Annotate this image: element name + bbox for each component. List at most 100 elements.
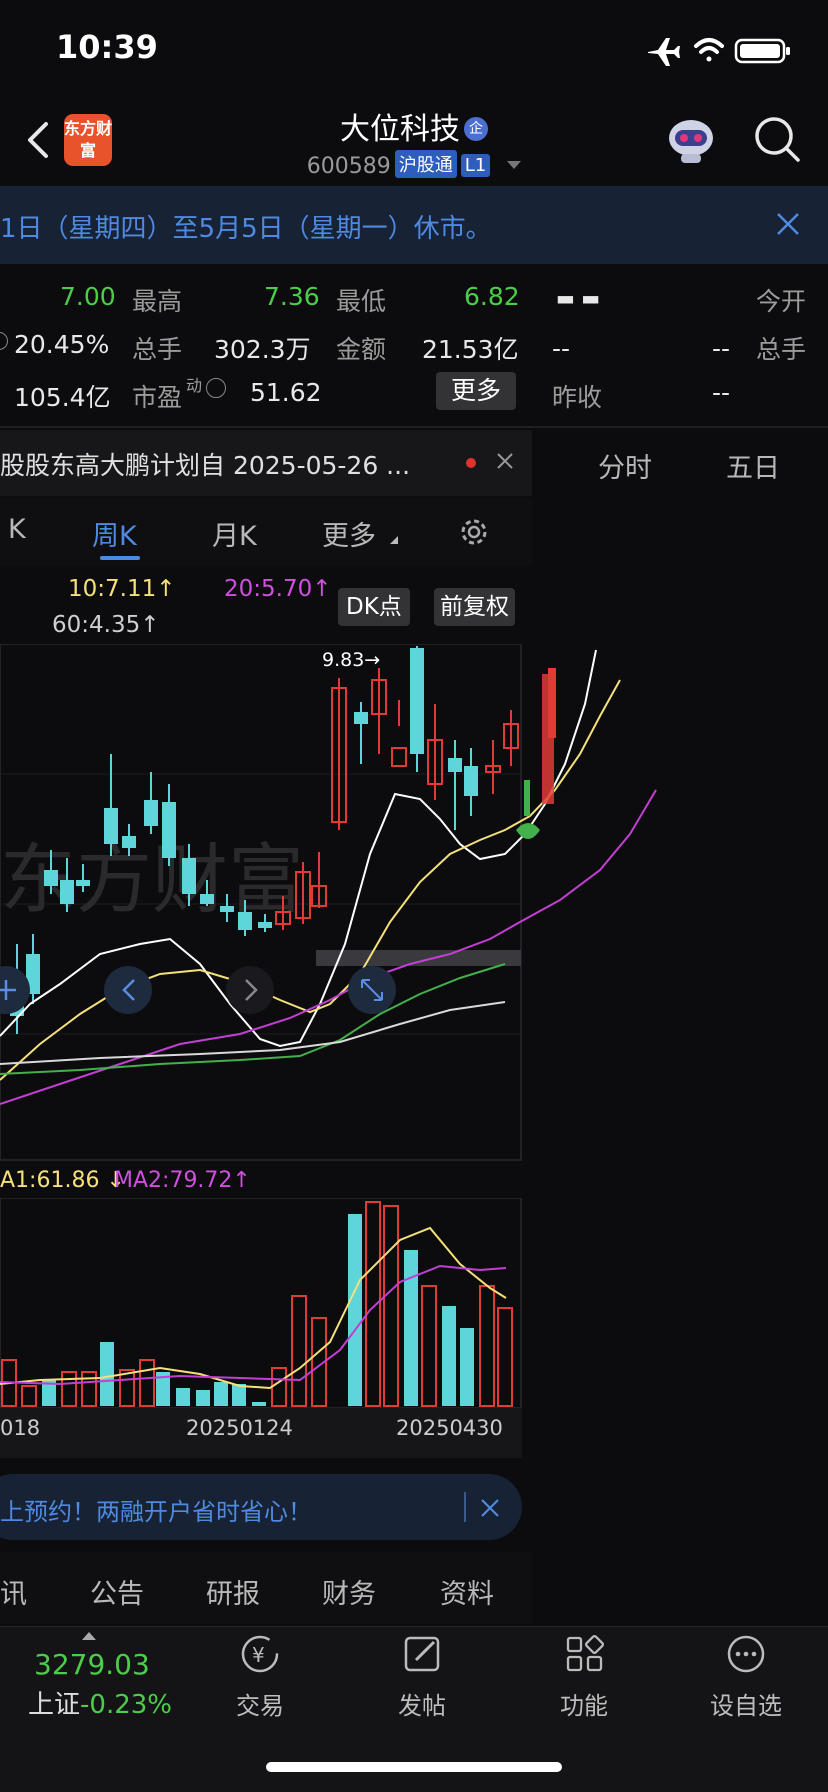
- volume-bar: [61, 1371, 77, 1407]
- peak-price-label: 9.83→: [322, 649, 380, 671]
- tab-news[interactable]: 讯: [0, 1572, 27, 1611]
- functions-button[interactable]: 功能: [534, 1632, 634, 1721]
- ma60-arrow: ↑: [140, 612, 160, 638]
- pe-info-icon: [206, 378, 226, 398]
- airplane-icon: [648, 38, 680, 66]
- more-button[interactable]: 更多: [436, 372, 516, 410]
- right-volume-label: 总手: [756, 335, 807, 364]
- right-prev-close-label: 昨收: [552, 383, 603, 412]
- adjust-mode-button[interactable]: 前复权: [434, 588, 515, 626]
- amount-value: 21.53亿: [422, 335, 519, 364]
- robot-assistant-icon[interactable]: [664, 114, 718, 166]
- scroll-left-button[interactable]: [104, 966, 152, 1014]
- more-caret-icon: [390, 536, 398, 544]
- news-close-icon[interactable]: [496, 452, 514, 470]
- post-button[interactable]: 发帖: [372, 1632, 472, 1721]
- dk-point-button[interactable]: DK点: [338, 588, 410, 626]
- right-intraday-marks: [516, 668, 556, 839]
- candle-body: [464, 766, 478, 796]
- vol-ma2-line: [0, 1264, 507, 1386]
- index-change: -0.23%: [80, 1690, 172, 1720]
- date-label-2: 20250124: [186, 1416, 293, 1440]
- ad-close-icon[interactable]: [480, 1498, 500, 1518]
- status-icons: [648, 38, 790, 66]
- right-pct-dash: --: [712, 334, 731, 363]
- level-tag: L1: [460, 154, 491, 177]
- support-zone: [316, 950, 521, 966]
- tab-profile[interactable]: 资料: [440, 1572, 494, 1611]
- fullscreen-button[interactable]: [348, 966, 396, 1014]
- info-icon: [0, 332, 8, 350]
- tab-more[interactable]: 更多: [322, 514, 376, 553]
- volume-bar: [348, 1214, 362, 1406]
- pe-dynamic-sup: 动: [186, 376, 203, 395]
- add-watchlist-button[interactable]: 设自选: [696, 1632, 796, 1721]
- candle-body: [182, 858, 196, 894]
- vol-ma1-value: A1:61.86: [0, 1168, 100, 1193]
- expand-caret-icon[interactable]: [82, 1632, 96, 1640]
- candle-body: [60, 880, 74, 904]
- vol-ma2-legend: MA2:79.72↑: [114, 1168, 251, 1193]
- volume-bar: [176, 1388, 190, 1406]
- right-change-dash: --: [552, 334, 571, 363]
- tab-research[interactable]: 研报: [206, 1572, 260, 1611]
- tab-monthly[interactable]: 月K: [212, 514, 257, 553]
- turnover-value: 20.45%: [14, 330, 110, 359]
- volume-bar: [383, 1205, 399, 1407]
- ad-text: 上预约！两融开户省时省心！: [0, 1498, 312, 1526]
- ma60-value: 60:4.35: [52, 612, 141, 638]
- volume-bar: [139, 1359, 155, 1407]
- kline-chart[interactable]: 东方财富 9.83→: [0, 644, 828, 1164]
- volume-bar: [291, 1295, 307, 1407]
- candle-body: [44, 870, 58, 886]
- volume-bar: [460, 1328, 474, 1406]
- zoom-in-button[interactable]: [0, 966, 30, 1014]
- tab-intraday[interactable]: 分时: [598, 446, 652, 485]
- index-value[interactable]: 3279.03: [34, 1648, 150, 1681]
- trade-button[interactable]: ¥ 交易: [210, 1632, 310, 1721]
- volume-bar: [365, 1201, 381, 1407]
- right-price-dash: ▬ ▬: [556, 286, 601, 310]
- tab-announcements[interactable]: 公告: [90, 1572, 144, 1611]
- vol-ma1-line: [0, 1226, 507, 1390]
- tab-finance[interactable]: 财务: [322, 1572, 376, 1611]
- ma10-value: 10:7.11: [68, 576, 157, 602]
- right-open-label: 今开: [756, 287, 807, 316]
- scroll-right-button[interactable]: [226, 966, 274, 1014]
- candle-body: [220, 906, 234, 912]
- search-icon[interactable]: [752, 114, 802, 164]
- tab-weekly[interactable]: 周K: [92, 514, 137, 553]
- edit-icon: [404, 1636, 440, 1672]
- vol-ma1-legend: A1:61.86 ↓: [0, 1168, 125, 1193]
- tab-five-day[interactable]: 五日: [726, 446, 780, 485]
- volume-bar: [119, 1369, 135, 1407]
- functions-label: 功能: [560, 1692, 608, 1720]
- volume-bar: [21, 1385, 37, 1407]
- ma10-legend: 10:7.11↑: [68, 576, 176, 602]
- stock-code: 600589: [306, 154, 391, 179]
- volume-bar: [442, 1306, 456, 1406]
- pe-value: 51.62: [250, 378, 322, 407]
- tab-k[interactable]: K: [8, 514, 26, 545]
- chart-nav-controls: [0, 966, 396, 1014]
- volume-bar: [271, 1367, 287, 1407]
- battery-icon: [734, 38, 790, 64]
- volume-bar: [421, 1285, 437, 1407]
- volume-bar: [196, 1390, 210, 1406]
- index-row[interactable]: 上证-0.23%: [28, 1684, 172, 1721]
- candle-body: [258, 922, 272, 928]
- close-icon[interactable]: [776, 212, 800, 236]
- low-label: 最低: [336, 287, 387, 316]
- high-value: 7.36: [264, 282, 320, 311]
- trade-icon: ¥: [241, 1635, 279, 1673]
- settings-gear-icon[interactable]: [456, 514, 492, 550]
- index-name: 上证: [28, 1690, 81, 1720]
- candle-body: [410, 648, 424, 754]
- volume-bar: [497, 1307, 513, 1407]
- volume-bars: [1, 1201, 513, 1407]
- divider: [0, 426, 828, 428]
- vol-ma2-arrow: ↑: [232, 1168, 251, 1193]
- candle-body: [162, 802, 176, 858]
- volume-bar: [214, 1382, 228, 1406]
- candle-body: [391, 747, 407, 767]
